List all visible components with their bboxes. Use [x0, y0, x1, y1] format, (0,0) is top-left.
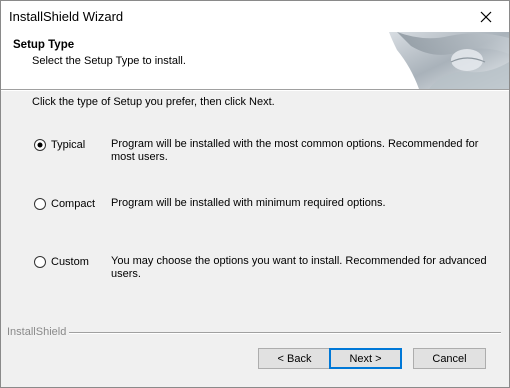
cancel-button[interactable]: Cancel — [413, 348, 486, 369]
close-icon — [480, 11, 492, 22]
header-divider — [1, 89, 509, 91]
option-description: Program will be installed with minimum r… — [111, 197, 386, 209]
header-panel: Setup Type Select the Setup Type to inst… — [1, 32, 509, 89]
option-label: Compact — [51, 198, 96, 210]
installer-window: InstallShield Wizard Setup Type Select t… — [0, 0, 510, 388]
page-subtitle: Select the Setup Type to install. — [32, 55, 186, 67]
brand-rule — [67, 332, 501, 334]
header-graphic — [389, 32, 509, 89]
brand-separator: InstallShield — [7, 326, 501, 338]
radio-button[interactable] — [34, 256, 46, 268]
brand-label: InstallShield — [7, 326, 70, 338]
option-label: Custom — [51, 256, 89, 268]
next-button[interactable]: Next > — [329, 348, 402, 369]
instruction-text: Click the type of Setup you prefer, then… — [32, 96, 275, 108]
window-title: InstallShield Wizard — [9, 9, 124, 24]
page-title: Setup Type — [13, 39, 75, 51]
radio-button[interactable] — [34, 198, 46, 210]
title-bar: InstallShield Wizard — [1, 1, 509, 32]
option-description: Program will be installed with the most … — [111, 138, 479, 163]
back-button[interactable]: < Back — [258, 348, 331, 369]
option-description: You may choose the options you want to i… — [111, 255, 487, 280]
close-button[interactable] — [463, 1, 509, 32]
option-label: Typical — [51, 139, 86, 151]
radio-button-selected[interactable] — [34, 139, 46, 151]
